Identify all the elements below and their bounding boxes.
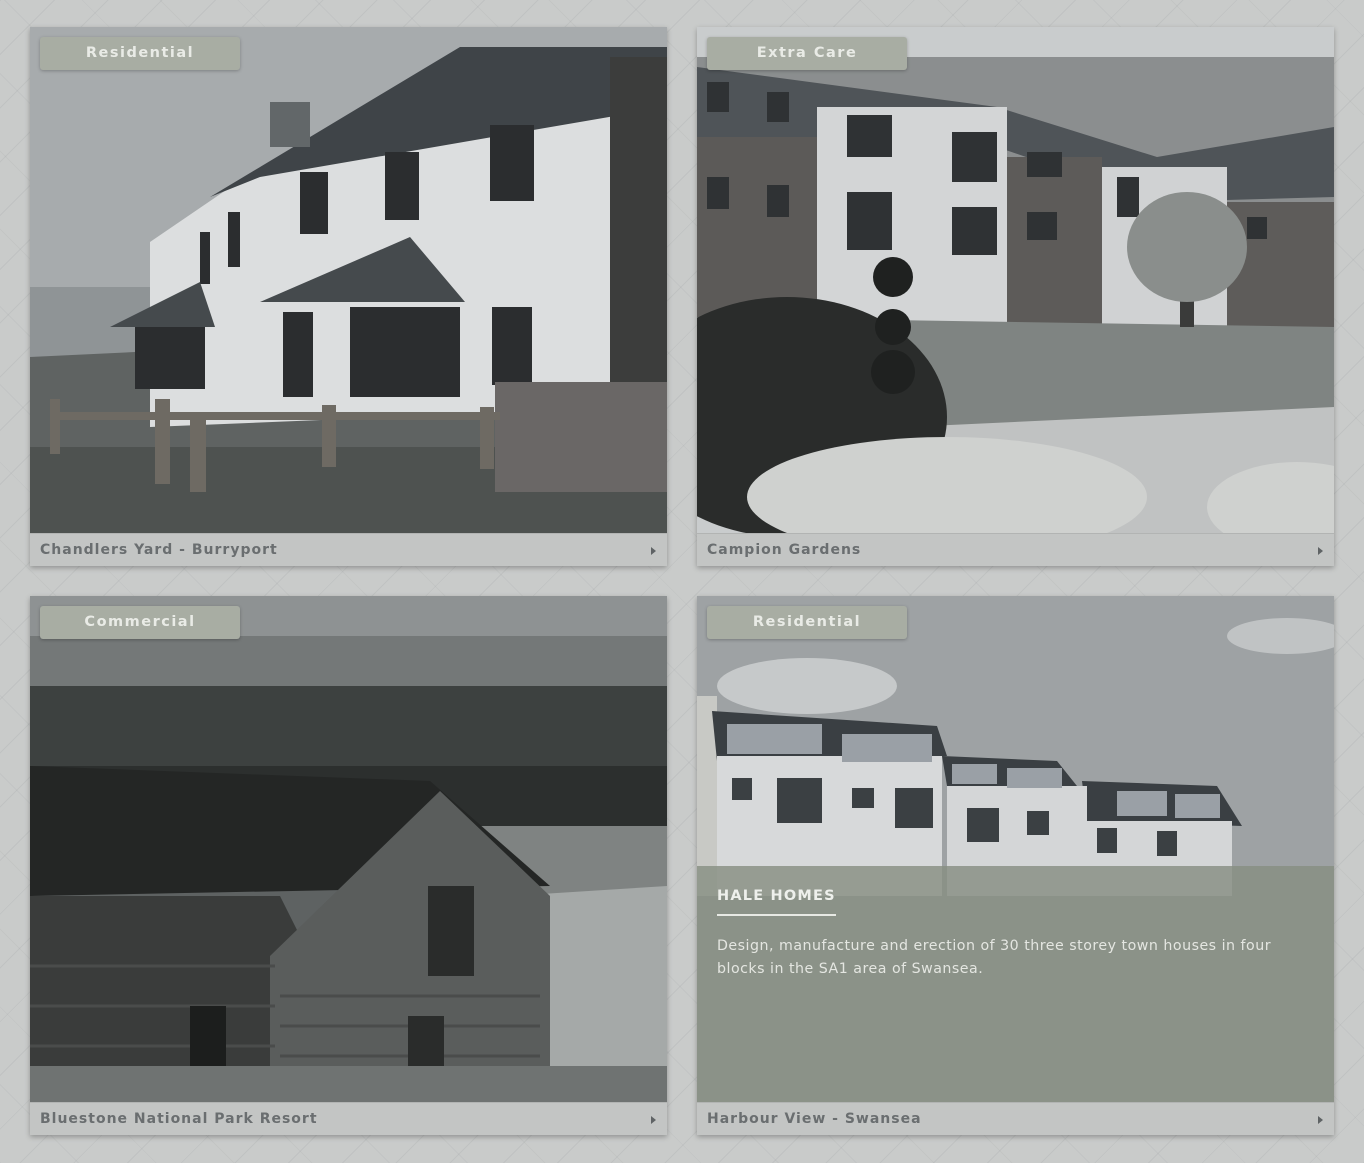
project-card-chandlers-yard[interactable]: Residential Chandlers Yard - Burryport bbox=[30, 27, 667, 566]
care-home-photo-illustration bbox=[697, 27, 1334, 533]
caption-bar[interactable]: Bluestone National Park Resort bbox=[30, 1102, 667, 1135]
category-badge[interactable]: Residential bbox=[707, 606, 907, 639]
project-title[interactable]: Harbour View - Swansea bbox=[707, 1111, 922, 1127]
project-card-campion-gardens[interactable]: Extra Care Campion Gardens bbox=[697, 27, 1334, 566]
project-card-bluestone[interactable]: Commercial Bluestone National Park Resor… bbox=[30, 596, 667, 1135]
caret-right-icon[interactable] bbox=[651, 547, 656, 555]
caption-bar[interactable]: Chandlers Yard - Burryport bbox=[30, 533, 667, 566]
project-title[interactable]: Chandlers Yard - Burryport bbox=[40, 542, 278, 558]
project-card-harbour-view[interactable]: Residential HALE HOMES Design, manufactu… bbox=[697, 596, 1334, 1135]
category-badge[interactable]: Extra Care bbox=[707, 37, 907, 70]
project-details-overlay[interactable]: HALE HOMES Design, manufacture and erect… bbox=[697, 866, 1334, 1102]
caret-right-icon[interactable] bbox=[1318, 547, 1323, 555]
caret-right-icon[interactable] bbox=[651, 1116, 656, 1124]
project-title[interactable]: Bluestone National Park Resort bbox=[40, 1111, 318, 1127]
lodge-photo-illustration bbox=[30, 596, 667, 1102]
caret-right-icon[interactable] bbox=[1318, 1116, 1323, 1124]
project-photo[interactable]: Residential HALE HOMES Design, manufactu… bbox=[697, 596, 1334, 1102]
overlay-divider bbox=[717, 914, 836, 916]
category-badge[interactable]: Commercial bbox=[40, 606, 240, 639]
house-photo-illustration bbox=[30, 27, 667, 533]
project-title[interactable]: Campion Gardens bbox=[707, 542, 861, 558]
overlay-heading: HALE HOMES bbox=[717, 888, 836, 904]
caption-bar[interactable]: Harbour View - Swansea bbox=[697, 1102, 1334, 1135]
category-badge[interactable]: Residential bbox=[40, 37, 240, 70]
overlay-description: Design, manufacture and erection of 30 t… bbox=[717, 938, 1272, 977]
caption-bar[interactable]: Campion Gardens bbox=[697, 533, 1334, 566]
project-photo[interactable]: Extra Care bbox=[697, 27, 1334, 533]
project-photo[interactable]: Commercial bbox=[30, 596, 667, 1102]
project-photo[interactable]: Residential bbox=[30, 27, 667, 533]
